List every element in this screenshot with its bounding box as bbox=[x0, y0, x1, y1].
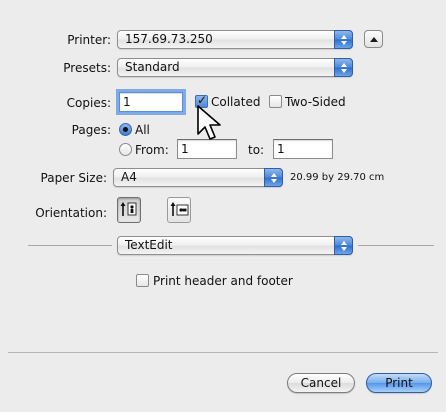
print-dialog: Printer: 157.69.73.250 Presets: Standard… bbox=[0, 0, 446, 412]
disclosure-triangle-icon bbox=[369, 36, 378, 42]
section-divider-left bbox=[28, 245, 112, 246]
landscape-orientation-button[interactable] bbox=[167, 197, 191, 223]
paper-size-label: Paper Size: bbox=[40, 171, 107, 185]
section-popup[interactable]: TextEdit bbox=[117, 236, 353, 255]
bottom-separator bbox=[8, 352, 438, 353]
presets-label: Presets: bbox=[63, 61, 111, 75]
popup-arrows-icon bbox=[334, 236, 353, 255]
popup-arrows-icon bbox=[334, 58, 353, 77]
paper-dimensions: 20.99 by 29.70 cm bbox=[290, 172, 385, 183]
pages-to-field[interactable]: 1 bbox=[273, 139, 333, 159]
pages-to-label: to: bbox=[248, 143, 265, 157]
paper-size-value: A4 bbox=[121, 170, 137, 184]
section-divider-right bbox=[358, 245, 434, 246]
portrait-orientation-icon bbox=[120, 202, 137, 216]
mouse-pointer-icon bbox=[197, 105, 221, 140]
print-button[interactable]: Print bbox=[366, 373, 432, 393]
popup-arrows-icon bbox=[264, 168, 283, 187]
portrait-orientation-button[interactable] bbox=[117, 197, 141, 223]
popup-arrows-icon bbox=[334, 30, 353, 49]
pages-from-label: From: bbox=[135, 143, 169, 157]
pages-all-label: All bbox=[135, 123, 150, 137]
orientation-label: Orientation: bbox=[35, 206, 107, 220]
printer-popup[interactable]: 157.69.73.250 bbox=[117, 30, 353, 49]
pages-label: Pages: bbox=[71, 123, 111, 137]
section-value: TextEdit bbox=[125, 238, 173, 252]
landscape-orientation-icon bbox=[170, 202, 189, 216]
pages-all-radio[interactable] bbox=[119, 123, 132, 136]
copies-label: Copies: bbox=[66, 96, 111, 110]
disclosure-button[interactable] bbox=[364, 30, 383, 48]
printer-label: Printer: bbox=[67, 33, 111, 47]
two-sided-label: Two-Sided bbox=[285, 95, 346, 109]
header-footer-checkbox[interactable] bbox=[136, 274, 149, 287]
presets-popup[interactable]: Standard bbox=[117, 58, 353, 77]
pages-from-radio[interactable] bbox=[119, 143, 132, 156]
paper-size-popup[interactable]: A4 bbox=[113, 168, 283, 187]
presets-value: Standard bbox=[125, 60, 180, 74]
printer-value: 157.69.73.250 bbox=[125, 32, 213, 46]
cancel-button[interactable]: Cancel bbox=[287, 373, 355, 393]
two-sided-checkbox[interactable] bbox=[269, 95, 282, 108]
header-footer-label: Print header and footer bbox=[153, 274, 293, 288]
copies-field[interactable]: 1 bbox=[119, 92, 183, 112]
